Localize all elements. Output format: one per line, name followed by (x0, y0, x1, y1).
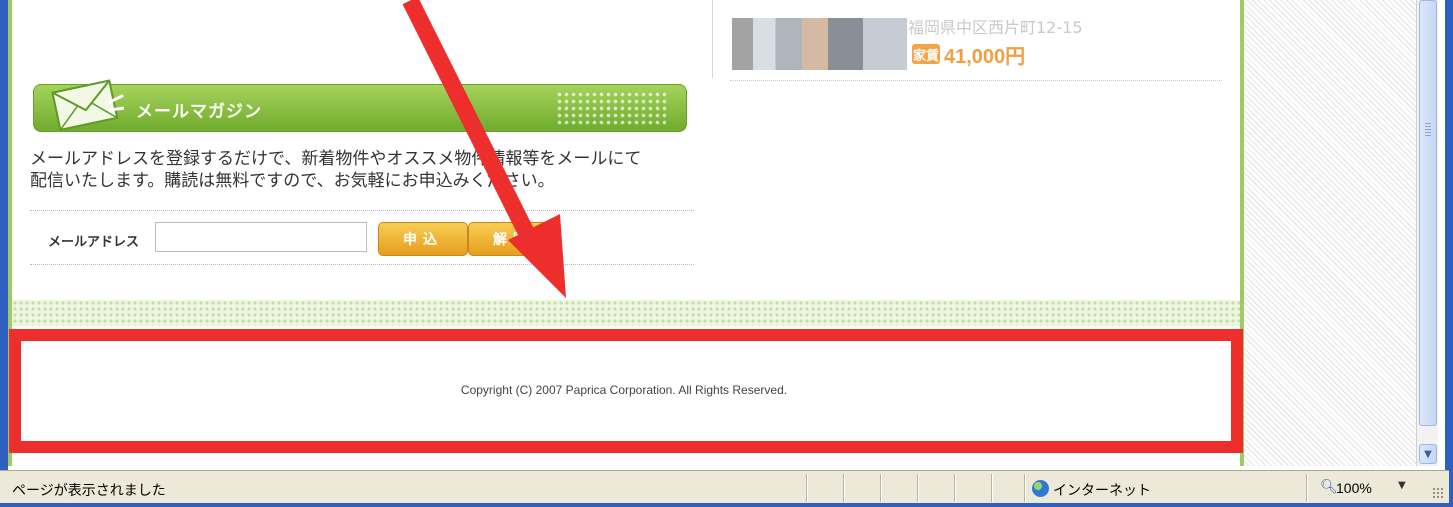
status-cell-divider (843, 474, 845, 502)
chevron-down-icon: ▼ (1424, 448, 1432, 460)
email-input[interactable] (155, 222, 367, 252)
unsubscribe-button[interactable]: 解除 (468, 222, 558, 256)
copyright-text: Copyright (C) 2007 Paprica Corporation. … (460, 383, 788, 397)
mail-magazine-title: メールマガジン (136, 102, 262, 122)
status-cell-divider (917, 474, 919, 502)
page-viewport: 福岡県中区西片町12-15 家賃 41,000円 メールマガジン メールアドレス… (8, 0, 1416, 466)
property-divider (730, 80, 1222, 81)
scrollbar-thumb[interactable] (1419, 0, 1437, 426)
status-cell-divider (1024, 474, 1026, 502)
zoom-level[interactable]: 100% (1336, 480, 1372, 496)
rent-price: 41,000円 (944, 46, 1026, 68)
property-address[interactable]: 福岡県中区西片町12-15 (908, 14, 1083, 38)
mail-magazine-description: メールアドレスを登録するだけで、新着物件やオススメ物件情報等をメールにて 配信い… (30, 148, 710, 192)
envelope-icon (51, 79, 124, 132)
window-frame-bottom (0, 503, 1453, 507)
status-cell-divider (991, 474, 993, 502)
resize-grip-icon[interactable] (1432, 487, 1444, 499)
scroll-down-button[interactable]: ▼ (1419, 444, 1437, 464)
status-bar: ページが表示されました インターネット 🔍︎ 100% ▼ (0, 470, 1449, 504)
column-divider (712, 0, 713, 78)
status-cell-divider (880, 474, 882, 502)
security-zone-label[interactable]: インターネット (1053, 480, 1151, 500)
mail-magazine-header (33, 84, 687, 132)
window-frame-left (0, 0, 8, 470)
property-thumbnail[interactable] (732, 18, 907, 70)
zoom-dropdown-icon[interactable]: ▼ (1398, 480, 1406, 491)
window-frame-right (1445, 0, 1453, 507)
globe-icon (1032, 480, 1049, 497)
description-line: メールアドレスを登録するだけで、新着物件やオススメ物件情報等をメールにて (30, 149, 642, 169)
header-dot-pattern (556, 91, 666, 125)
footer-pattern-band (12, 300, 1240, 326)
description-line: 配信いたします。購読は無料ですので、お気軽にお申込みください。 (30, 171, 555, 191)
email-label: メールアドレス (48, 235, 140, 250)
status-cell-divider (954, 474, 956, 502)
subscribe-button[interactable]: 申込 (378, 222, 468, 256)
grip-icon (1425, 123, 1431, 137)
status-text: ページが表示されました (12, 483, 166, 499)
status-cell-divider (806, 474, 808, 502)
form-divider-top (30, 210, 694, 211)
rent-badge: 家賃 (912, 44, 940, 64)
form-divider-bottom (30, 264, 694, 265)
side-hatched-background (1244, 0, 1416, 466)
vertical-scrollbar[interactable]: ▼ (1416, 0, 1438, 466)
status-cell-divider (1306, 474, 1308, 502)
